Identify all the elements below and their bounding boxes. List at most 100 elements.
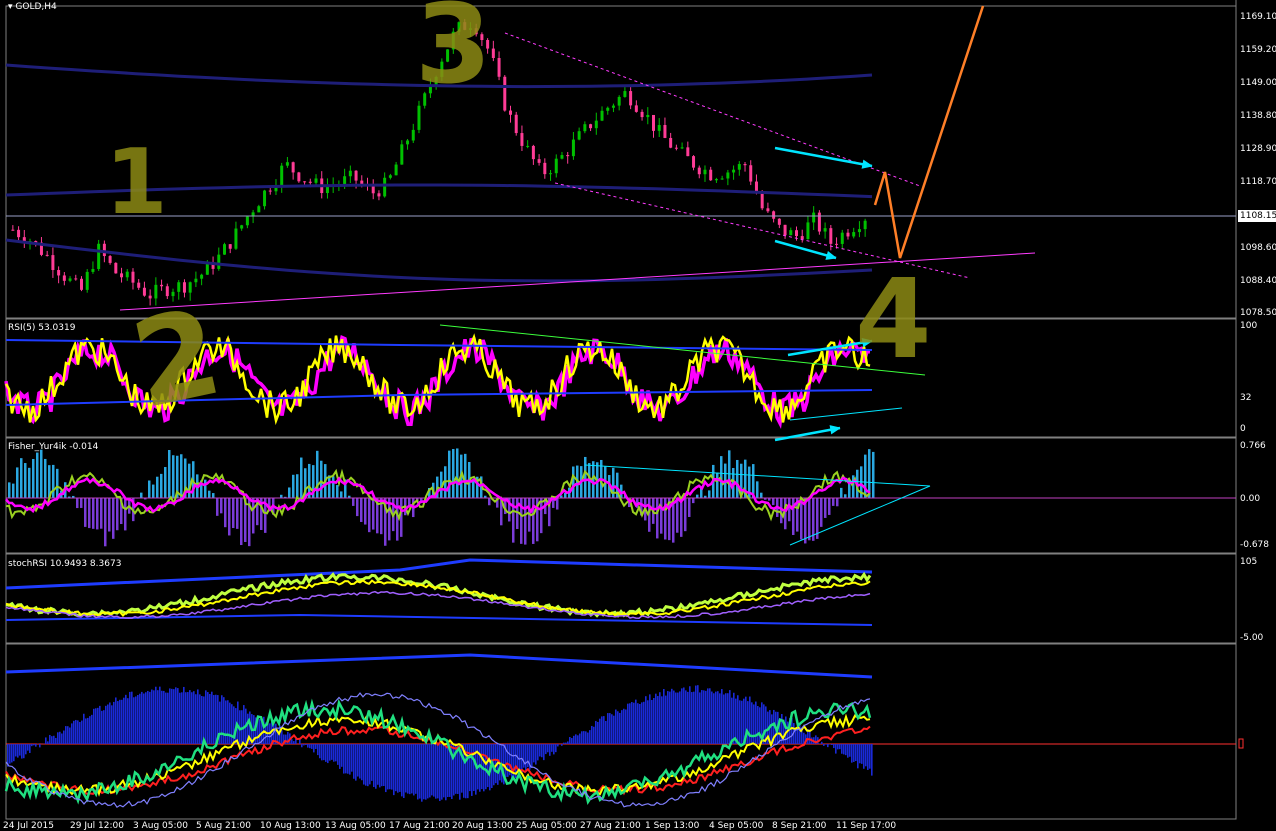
candle-body (114, 263, 117, 273)
osc-bar (753, 704, 755, 744)
osc-bar (29, 744, 31, 753)
osc-bar (727, 693, 729, 744)
osc-bar (485, 744, 487, 789)
time-tick: 1 Sep 13:00 (645, 821, 699, 831)
candle-body (841, 233, 844, 244)
osc-bar (201, 696, 203, 744)
osc-bar (601, 716, 603, 744)
fisher-bar (400, 498, 403, 537)
osc-bar (157, 690, 159, 744)
time-tick: 10 Aug 13:00 (260, 821, 321, 831)
fisher-bar (360, 498, 363, 522)
candle-body (194, 279, 197, 283)
osc-bar (853, 744, 855, 762)
fisher-bar (220, 498, 223, 513)
candle-body (766, 208, 769, 211)
fisher-bar (172, 455, 175, 498)
osc-bar (187, 692, 189, 744)
fisher-bar (772, 498, 775, 505)
osc-bar (667, 691, 669, 744)
osc-bar (553, 744, 555, 754)
osc-bar (617, 711, 619, 744)
osc-bar (227, 700, 229, 744)
fisher-bar (656, 498, 659, 538)
candle-body (503, 77, 506, 111)
candle-body (17, 230, 20, 237)
osc-bar (665, 696, 667, 744)
osc-bar (161, 691, 163, 744)
osc-bar (865, 744, 867, 766)
osc-bar (599, 719, 601, 744)
candle-body (103, 244, 106, 256)
osc-bar (523, 744, 525, 768)
stoch-band-upper (6, 560, 872, 588)
candle-body (395, 165, 398, 176)
osc-bar (641, 702, 643, 744)
candle-body (286, 162, 289, 165)
candle-body (663, 125, 666, 138)
osc-bar (55, 738, 57, 744)
osc-bar (689, 686, 691, 744)
osc-bar (53, 736, 55, 744)
osc-bar (729, 690, 731, 744)
price-arrow-lower-head (826, 252, 836, 259)
osc-bar (87, 718, 89, 744)
osc-bar (843, 744, 845, 754)
candle-body (635, 105, 638, 112)
price-tick: 1159.20 (1240, 45, 1276, 55)
candle-body (818, 213, 821, 232)
osc-bar (563, 743, 565, 744)
osc-bar (619, 713, 621, 744)
fisher-bar (44, 459, 47, 498)
candle-body (829, 228, 832, 244)
candle-body (560, 155, 563, 159)
osc-bar (381, 744, 383, 786)
fisher-bar (708, 490, 711, 498)
fisher-bar (760, 493, 763, 498)
osc-bar (147, 691, 149, 744)
candle-body (715, 179, 718, 180)
fisher-bar (228, 498, 231, 535)
osc-bar (593, 727, 595, 744)
price-tick: 1118.70 (1240, 177, 1276, 187)
osc-bar (713, 693, 715, 744)
time-tick: 13 Aug 05:00 (325, 821, 386, 831)
osc-bar (73, 721, 75, 744)
osc-bar (391, 744, 393, 790)
osc-bar (861, 744, 863, 764)
candle-body (355, 171, 358, 181)
osc-bar (645, 696, 647, 744)
osc-bar (17, 744, 19, 758)
osc-bar (329, 744, 331, 761)
dropdown-triangle-icon[interactable]: ▾ (8, 2, 13, 12)
candle-body (257, 206, 260, 212)
osc-bar (171, 689, 173, 744)
osc-bar (355, 744, 357, 781)
candle-body (744, 164, 747, 165)
price-tick: 1169.10 (1240, 12, 1276, 22)
fisher-bar (8, 482, 11, 498)
osc-bar (169, 688, 171, 744)
osc-bar (541, 744, 543, 757)
rsi-tick: 100 (1240, 321, 1257, 331)
candle-body (509, 111, 512, 115)
stoch-tick: -5.00 (1240, 633, 1263, 643)
osc-bar (177, 688, 179, 744)
osc-bar (303, 744, 305, 745)
osc-bar (315, 744, 317, 749)
candle-body (846, 233, 849, 237)
osc-bar (259, 719, 261, 744)
osc-bar (125, 695, 127, 744)
osc-bar (207, 692, 209, 744)
osc-bar (189, 690, 191, 744)
osc-bar (429, 744, 431, 797)
osc-bar (127, 698, 129, 744)
candle-body (738, 164, 741, 170)
fisher-bar (396, 498, 399, 541)
fisher-bar (152, 485, 155, 498)
symbol-title[interactable]: ▾ GOLD,H4 (8, 2, 57, 12)
fisher-bar (356, 498, 359, 516)
osc-bar (443, 744, 445, 797)
candle-body (234, 229, 237, 249)
time-tick: 20 Aug 13:00 (452, 821, 513, 831)
